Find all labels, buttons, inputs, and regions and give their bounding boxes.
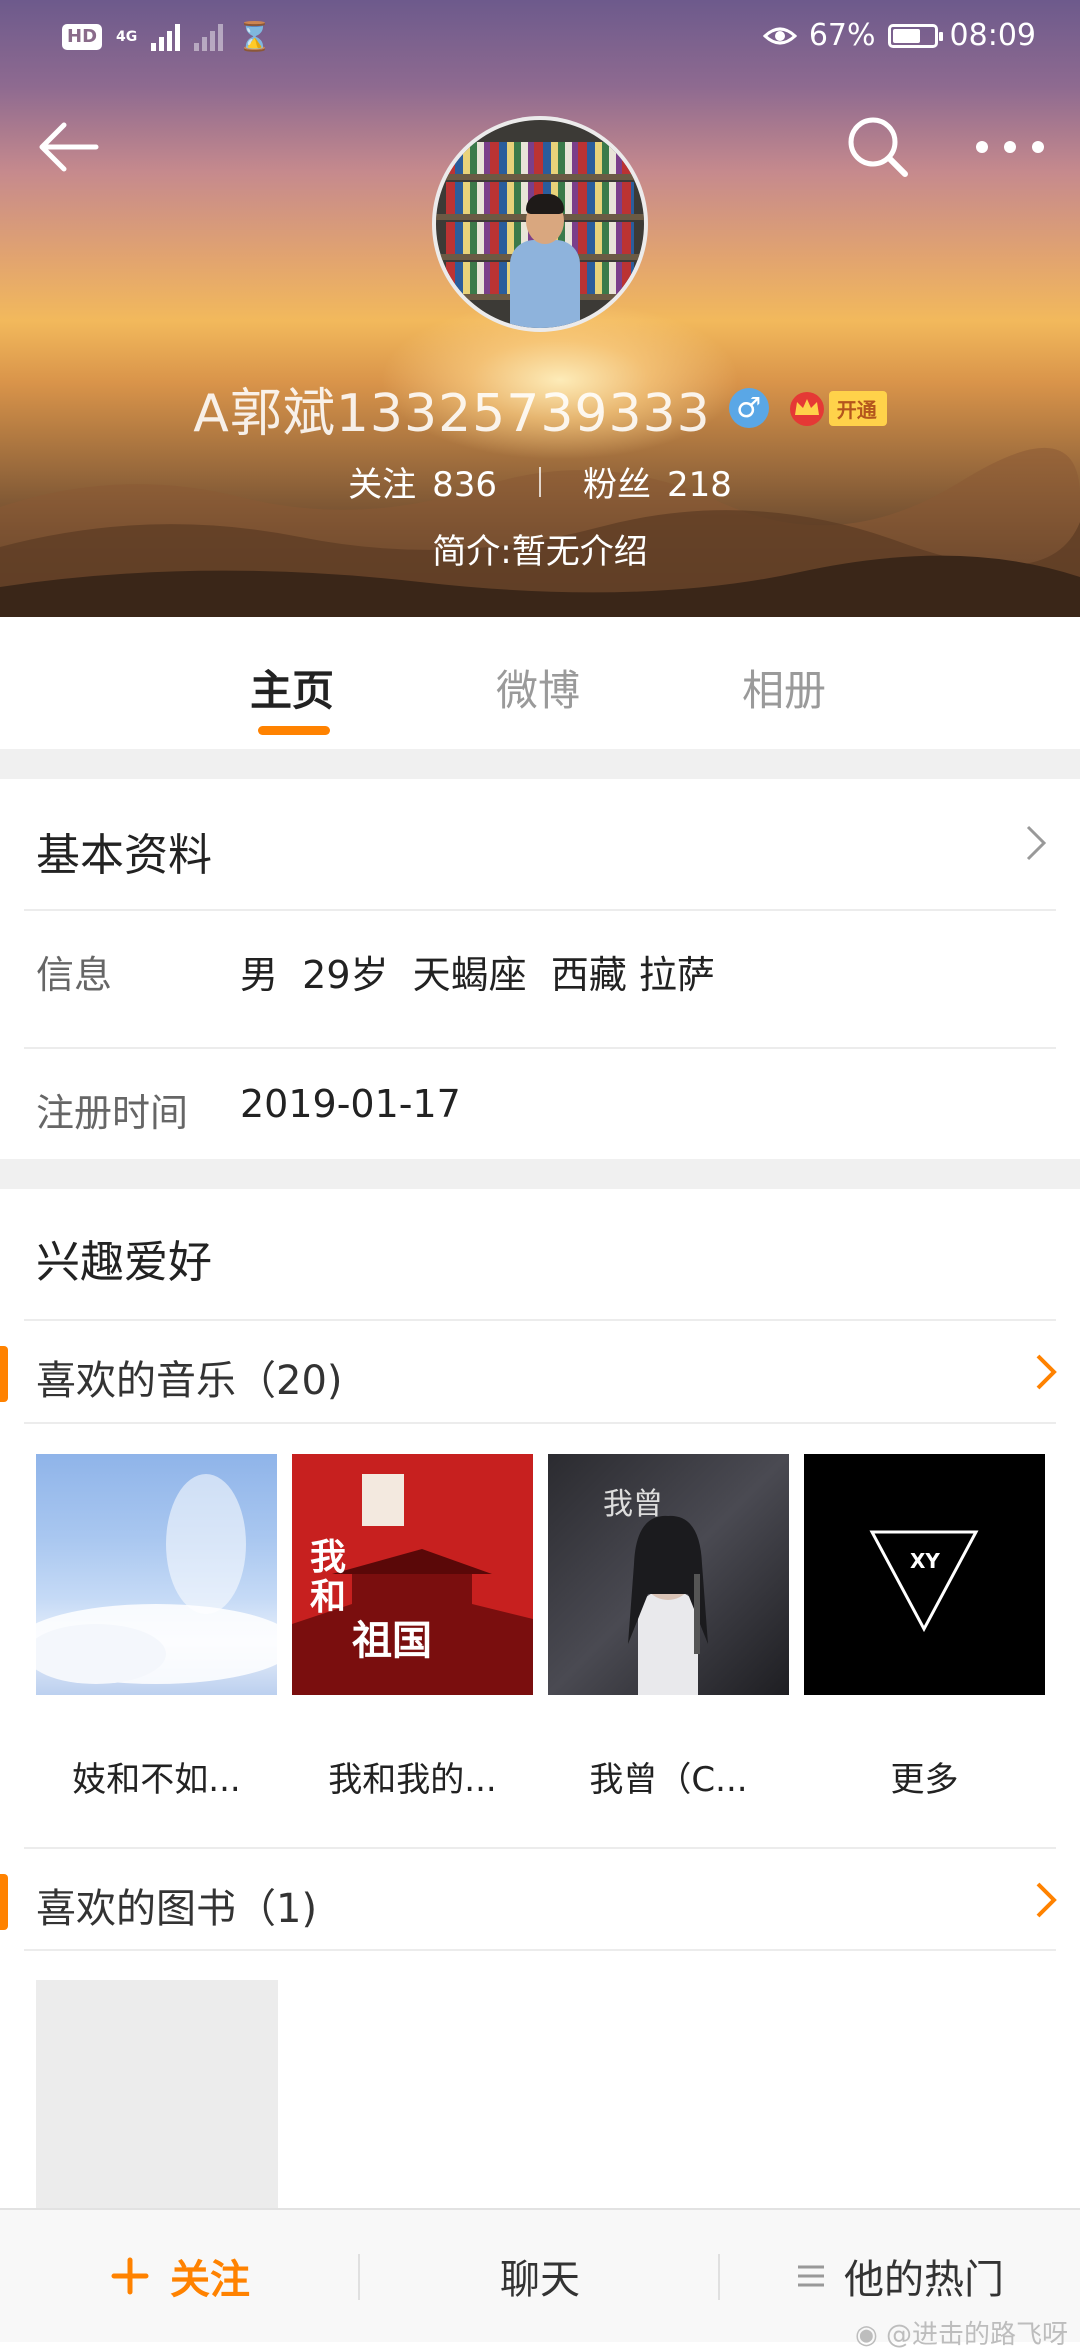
liked-books-title: 喜欢的图书（1) [36, 1886, 318, 1932]
follow-button[interactable]: 关注 [0, 2210, 360, 2342]
liked-books-header[interactable]: 喜欢的图书（1) [0, 1850, 1080, 1950]
register-time-label: 注册时间 [36, 1091, 189, 1135]
fans-count: 218 [667, 465, 732, 505]
chevron-right-icon [1036, 1354, 1057, 1390]
hot-posts-label: 他的热门 [844, 2257, 1004, 2303]
watermark-text: @进击的路飞呀 [885, 2320, 1068, 2350]
tab-album[interactable]: 相册 [742, 657, 826, 718]
more-button[interactable] [970, 112, 1050, 182]
following-label: 关注 [348, 465, 417, 505]
divider [24, 1319, 1056, 1321]
battery-percent: 67% [808, 18, 876, 53]
red-artwork: 我 和 祖国 [292, 1474, 533, 1695]
crown-icon [789, 392, 824, 426]
divider [24, 909, 1056, 911]
bio-text: 简介:暂无介绍 [432, 532, 648, 572]
weibo-logo-icon: ◉ [855, 2320, 878, 2350]
following-count: 836 [432, 465, 497, 505]
signal-weak-icon [194, 23, 224, 51]
liked-music-header[interactable]: 喜欢的音乐（20) [0, 1322, 1080, 1422]
triangle-xy-artwork: XY [869, 1530, 979, 1633]
divider [24, 1847, 1056, 1849]
plus-icon [111, 2257, 149, 2295]
album-cover-3[interactable]: 我曾 [548, 1454, 789, 1695]
tab-indicator [258, 726, 330, 735]
svg-text:和: 和 [310, 1576, 346, 1618]
tab-weibo[interactable]: 微博 [496, 657, 580, 718]
eye-icon [762, 27, 797, 44]
book-cover[interactable] [36, 1980, 278, 2210]
arrow-left-icon [39, 122, 99, 172]
info-value: 男 29岁 天蝎座 西藏 拉萨 [240, 953, 715, 997]
section-marker [0, 1874, 8, 1930]
fans-label: 粉丝 [583, 465, 651, 505]
liked-music-title: 喜欢的音乐（20) [36, 1358, 343, 1404]
divider [24, 1047, 1056, 1049]
chat-label: 聊天 [500, 2257, 580, 2303]
divider [24, 1422, 1056, 1424]
following-stat[interactable]: 关注 836 [348, 457, 497, 506]
album-caption-2[interactable]: 我和我的... [292, 1752, 533, 1801]
status-bar: HD 4G ⌛ 67% 08:09 [0, 0, 1080, 80]
vip-open-badge[interactable]: 开通 [787, 389, 887, 427]
clock: 08:09 [949, 18, 1036, 53]
album-caption-1[interactable]: 妓和不如... [36, 1752, 277, 1801]
chevron-right-icon [1026, 825, 1047, 861]
back-button[interactable] [30, 112, 104, 182]
avatar[interactable] [432, 116, 648, 332]
follow-label: 关注 [170, 2257, 250, 2303]
signal-icon [151, 23, 181, 51]
album-cover-2[interactable]: 我 和 祖国 [292, 1454, 533, 1695]
male-icon: ♂ [728, 388, 769, 428]
more-music-link[interactable]: 更多 [804, 1752, 1045, 1801]
stats-row: 关注 836 粉丝 218 [0, 457, 1080, 506]
hd-badge: HD [62, 23, 103, 50]
battery-icon [887, 23, 943, 48]
basic-info-title: 基本资料 [36, 830, 212, 881]
svg-text:XY: XY [910, 1549, 940, 1573]
search-icon [848, 117, 908, 177]
svg-text:我: 我 [310, 1536, 346, 1578]
chat-button[interactable]: 聊天 [360, 2210, 720, 2342]
sky-clouds-artwork [36, 1474, 277, 1684]
watermark: ◉ @进击的路飞呀 [855, 2314, 1068, 2351]
network-type: 4G [116, 28, 138, 45]
menu-lines-icon [798, 2265, 824, 2287]
profile-header: HD 4G ⌛ 67% 08:09 A郭斌13325739333 ♂ 开通 关注… [0, 0, 1080, 617]
name-row: A郭斌13325739333 ♂ 开通 [0, 372, 1080, 444]
chevron-right-icon [1036, 1882, 1057, 1918]
username: A郭斌13325739333 [193, 383, 711, 444]
tab-home[interactable]: 主页 [250, 657, 334, 718]
album-caption-3[interactable]: 我曾（C... [548, 1752, 789, 1801]
album-cover-1[interactable] [36, 1454, 277, 1695]
register-time-value: 2019-01-17 [240, 1082, 461, 1126]
interests-title: 兴趣爱好 [36, 1237, 212, 1288]
divider [24, 1949, 1056, 1951]
info-label: 信息 [36, 953, 113, 997]
fans-stat[interactable]: 粉丝 218 [583, 457, 732, 506]
vip-open-label: 开通 [828, 390, 887, 426]
album-cover-4[interactable]: XY [804, 1454, 1045, 1695]
more-dots-icon [976, 141, 1044, 153]
section-marker [0, 1346, 8, 1402]
svg-text:我曾: 我曾 [603, 1487, 663, 1522]
profile-tabs: 主页 微博 相册 [0, 617, 1080, 749]
search-button[interactable] [843, 112, 913, 182]
singer-artwork: 我曾 [603, 1487, 708, 1695]
section-gap [0, 1159, 1080, 1189]
section-gap [0, 749, 1080, 779]
basic-info-header[interactable]: 基本资料 [0, 779, 1080, 909]
stats-divider [539, 466, 541, 497]
hourglass-icon: ⌛ [237, 20, 273, 53]
svg-text:祖国: 祖国 [352, 1617, 432, 1664]
